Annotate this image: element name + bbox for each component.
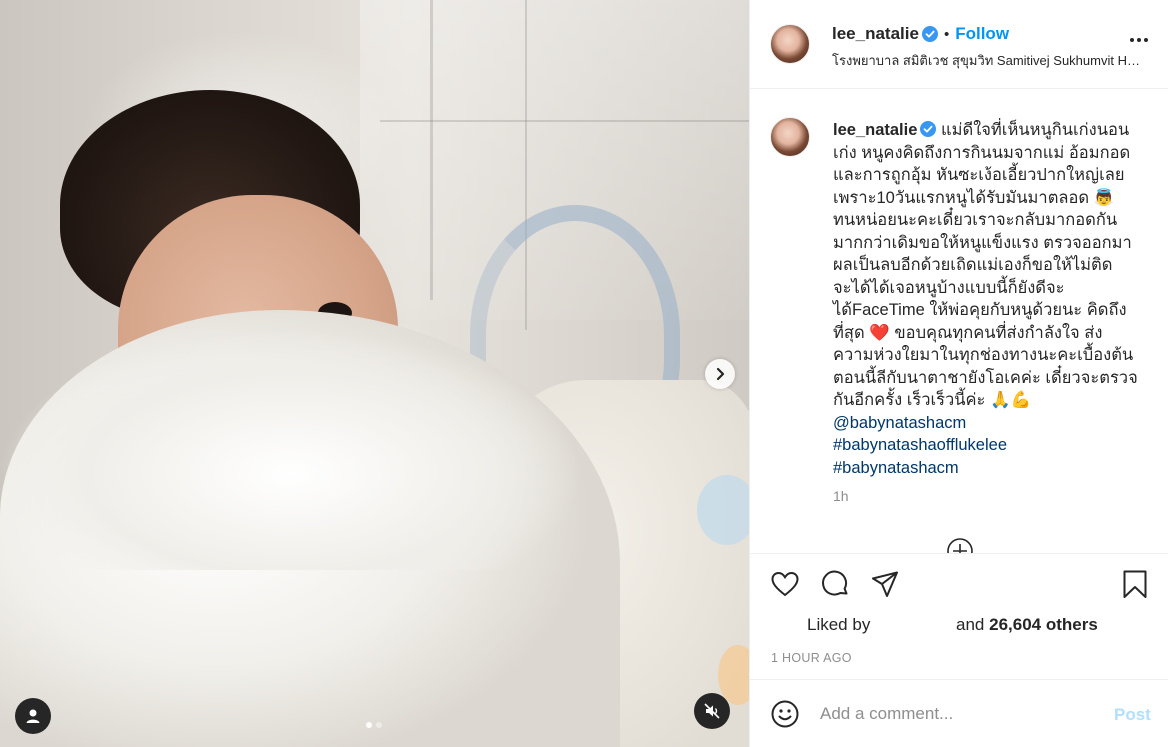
carousel-dot — [376, 722, 382, 728]
caption-timestamp[interactable]: 1h — [833, 488, 849, 504]
user-tags-button[interactable] — [15, 698, 51, 734]
follow-button[interactable]: Follow — [955, 24, 1009, 44]
mute-toggle-button[interactable] — [694, 693, 730, 729]
hashtag-list: @babynatashacm #babynatashaofflukelee #bab… — [833, 412, 1151, 480]
hashtag-link[interactable]: #babynatashaofflukelee — [833, 434, 1151, 457]
avatar[interactable] — [770, 117, 810, 157]
more-options-icon[interactable] — [1126, 30, 1152, 50]
heart-icon[interactable] — [770, 569, 800, 599]
bookmark-icon[interactable] — [1120, 569, 1150, 599]
post-header: lee_natalie • Follow โรงพยาบาล สมิติเวช … — [750, 0, 1168, 89]
post-caption: lee_natalie แม่ดีใจที่เห็นหนูกินเก่งนอน … — [833, 119, 1151, 479]
likes-count[interactable]: 26,604 others — [989, 615, 1098, 634]
comment-icon[interactable] — [820, 569, 850, 599]
next-slide-button[interactable] — [705, 359, 735, 389]
carousel-indicator — [366, 722, 382, 728]
likes-and-label: and — [956, 615, 985, 634]
post-comment-button[interactable]: Post — [1114, 705, 1151, 725]
muted-speaker-icon — [704, 703, 720, 719]
carousel-dot-active — [366, 722, 372, 728]
hashtag-link[interactable]: @babynatashacm — [833, 412, 1151, 435]
comment-input[interactable] — [820, 702, 1100, 726]
post-timestamp[interactable]: 1 HOUR AGO — [771, 651, 852, 665]
likes-summary[interactable]: and 26,604 others — [956, 615, 1098, 635]
incubator-edge — [430, 0, 433, 300]
location-link[interactable]: โรงพยาบาล สมิติเวช สุขุมวิท Samitivej Su… — [832, 50, 1146, 71]
verified-icon — [921, 26, 938, 42]
bedding-pattern — [697, 475, 749, 545]
avatar[interactable] — [770, 24, 810, 64]
post-media[interactable] — [0, 0, 749, 747]
header-user-row: lee_natalie • Follow — [832, 24, 1009, 44]
load-more-icon[interactable] — [945, 536, 975, 553]
share-icon[interactable] — [870, 569, 900, 599]
hashtag-link[interactable]: #babynatashacm — [833, 457, 1151, 480]
emoji-icon[interactable] — [770, 699, 800, 729]
post-details-panel: lee_natalie • Follow โรงพยาบาล สมิติเวช … — [749, 0, 1168, 747]
add-comment-bar: Post — [750, 679, 1168, 747]
user-tag-icon — [26, 709, 40, 723]
comments-section[interactable]: lee_natalie แม่ดีใจที่เห็นหนูกินเก่งนอน … — [750, 90, 1168, 553]
swaddle-wrap — [0, 330, 580, 570]
header-username[interactable]: lee_natalie — [832, 24, 919, 44]
liked-by-label: Liked by — [807, 615, 871, 634]
next-arrow-icon — [716, 367, 725, 381]
incubator-edge — [380, 120, 749, 122]
verified-icon — [920, 121, 937, 137]
caption-text: แม่ดีใจที่เห็นหนูกินเก่งนอน เก่ง หนูคงคิ… — [833, 121, 1138, 409]
caption-username[interactable]: lee_natalie — [833, 121, 917, 139]
header-separator: • — [943, 25, 950, 43]
post-actions: Liked by and 26,604 others 1 HOUR AGO — [750, 553, 1168, 679]
